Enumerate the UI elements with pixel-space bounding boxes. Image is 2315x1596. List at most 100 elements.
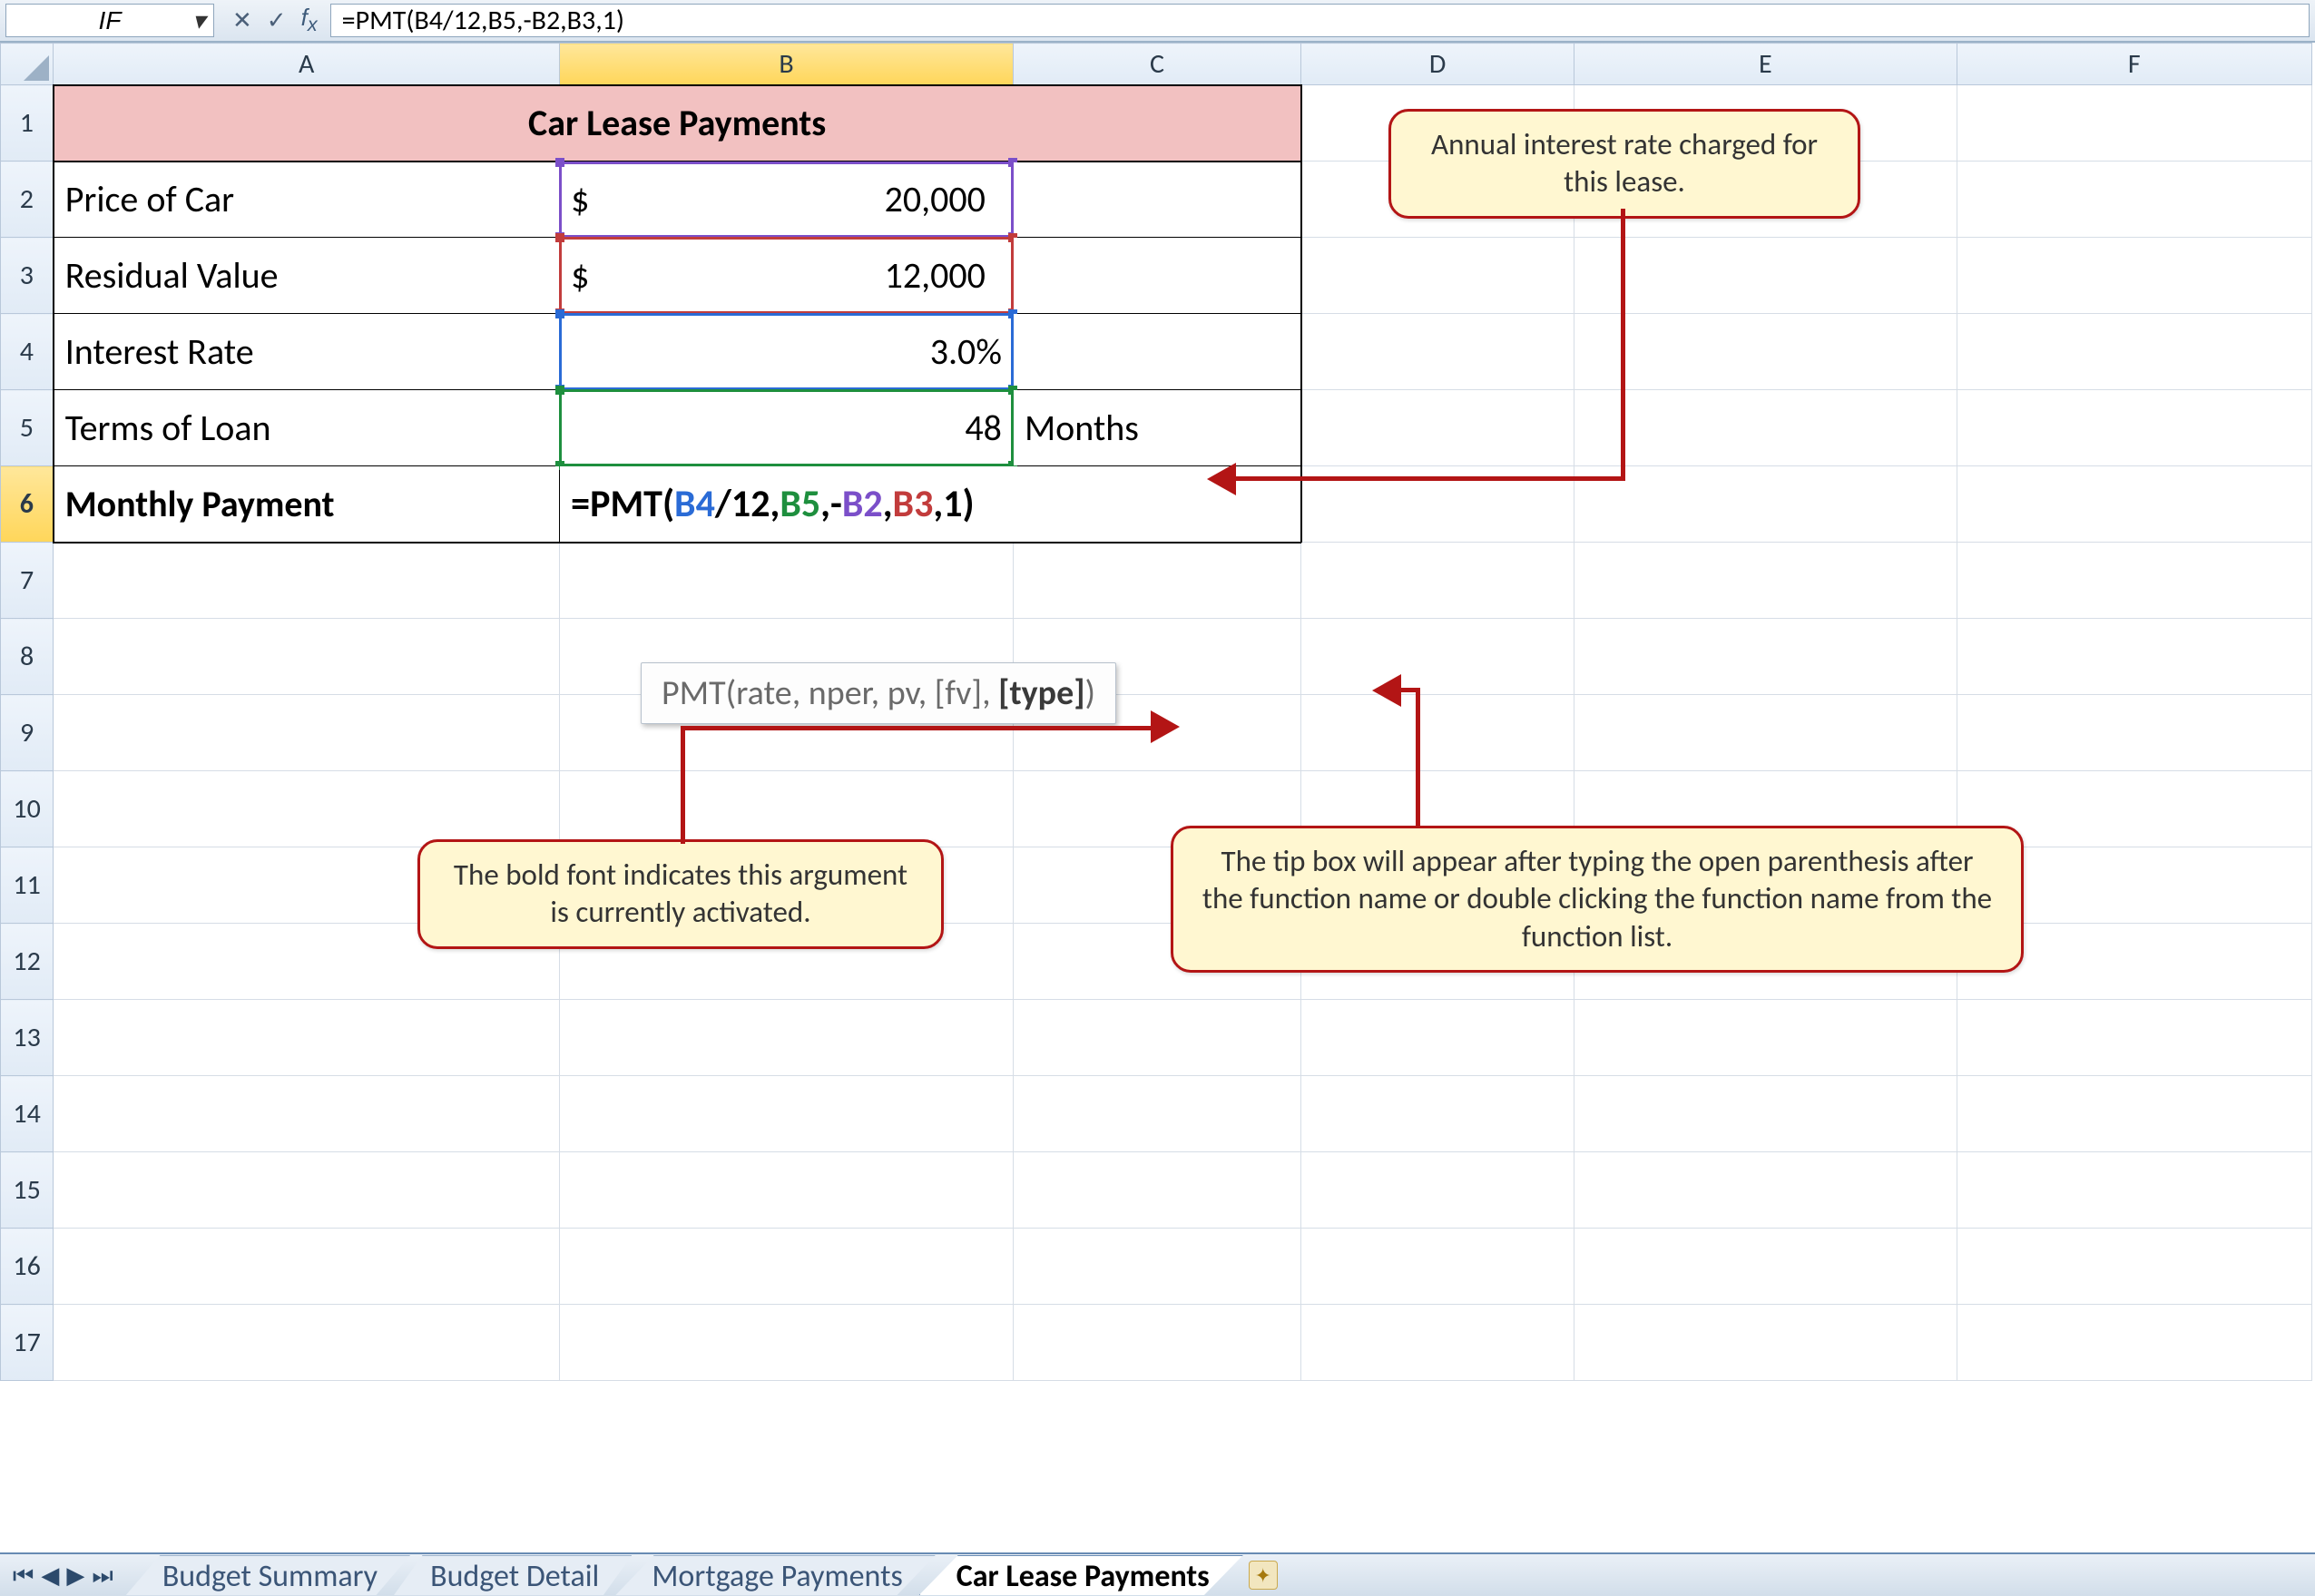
cell-E9[interactable] — [1574, 695, 1957, 771]
enter-icon[interactable]: ✓ — [267, 6, 287, 34]
cell-A2[interactable]: Price of Car — [54, 162, 560, 238]
tab-nav-next-icon[interactable]: ▶ — [66, 1561, 84, 1590]
cell-B3[interactable]: $12,000 — [560, 238, 1014, 314]
cell-B6-editing[interactable]: =PMT(B4/12,B5,-B2,B3,1) — [560, 466, 1301, 543]
cell-C15[interactable] — [1013, 1152, 1300, 1229]
title-cell[interactable]: Car Lease Payments — [54, 85, 1301, 162]
cell-A14[interactable] — [54, 1076, 560, 1152]
cell-E8[interactable] — [1574, 619, 1957, 695]
cell-B7[interactable] — [560, 543, 1014, 619]
row-header-14[interactable]: 14 — [1, 1076, 54, 1152]
cell-C14[interactable] — [1013, 1076, 1300, 1152]
cell-F5[interactable] — [1957, 390, 2311, 466]
cell-E3[interactable] — [1574, 238, 1957, 314]
cell-A13[interactable] — [54, 1000, 560, 1076]
insert-sheet-button[interactable]: ✦ — [1249, 1561, 1278, 1590]
cell-E13[interactable] — [1574, 1000, 1957, 1076]
row-header-17[interactable]: 17 — [1, 1305, 54, 1381]
cell-E5[interactable] — [1574, 390, 1957, 466]
cell-A15[interactable] — [54, 1152, 560, 1229]
col-header-B[interactable]: B — [560, 44, 1014, 85]
tab-mortgage-payments[interactable]: Mortgage Payments — [615, 1555, 935, 1595]
cell-C16[interactable] — [1013, 1229, 1300, 1305]
cell-C5[interactable]: Months — [1013, 390, 1300, 466]
cell-A5[interactable]: Terms of Loan — [54, 390, 560, 466]
cell-E7[interactable] — [1574, 543, 1957, 619]
col-header-A[interactable]: A — [54, 44, 560, 85]
fx-icon[interactable]: fx — [301, 4, 318, 36]
cell-A10[interactable] — [54, 771, 560, 847]
row-header-4[interactable]: 4 — [1, 314, 54, 390]
cell-B14[interactable] — [560, 1076, 1014, 1152]
row-header-7[interactable]: 7 — [1, 543, 54, 619]
row-header-16[interactable]: 16 — [1, 1229, 54, 1305]
cell-B13[interactable] — [560, 1000, 1014, 1076]
row-header-6[interactable]: 6 — [1, 466, 54, 543]
cell-F2[interactable] — [1957, 162, 2311, 238]
cell-F6[interactable] — [1957, 466, 2311, 543]
row-header-1[interactable]: 1 — [1, 85, 54, 162]
cell-E15[interactable] — [1574, 1152, 1957, 1229]
cell-D9[interactable] — [1301, 695, 1574, 771]
formula-input[interactable]: =PMT(B4/12,B5,-B2,B3,1) — [330, 4, 2310, 37]
cell-A16[interactable] — [54, 1229, 560, 1305]
cell-C13[interactable] — [1013, 1000, 1300, 1076]
cell-C7[interactable] — [1013, 543, 1300, 619]
cell-F7[interactable] — [1957, 543, 2311, 619]
cell-B15[interactable] — [560, 1152, 1014, 1229]
row-header-3[interactable]: 3 — [1, 238, 54, 314]
row-header-11[interactable]: 11 — [1, 847, 54, 924]
cell-B4[interactable]: 3.0% — [560, 314, 1014, 390]
cell-B10[interactable] — [560, 771, 1014, 847]
cell-A3[interactable]: Residual Value — [54, 238, 560, 314]
cell-F9[interactable] — [1957, 695, 2311, 771]
cell-F4[interactable] — [1957, 314, 2311, 390]
cell-D14[interactable] — [1301, 1076, 1574, 1152]
cell-C2[interactable] — [1013, 162, 1300, 238]
row-header-2[interactable]: 2 — [1, 162, 54, 238]
cell-C4[interactable] — [1013, 314, 1300, 390]
cell-B5[interactable]: 48 — [560, 390, 1014, 466]
tab-nav-prev-icon[interactable]: ◀ — [41, 1561, 59, 1590]
cell-F8[interactable] — [1957, 619, 2311, 695]
cell-D3[interactable] — [1301, 238, 1574, 314]
cell-E16[interactable] — [1574, 1229, 1957, 1305]
cell-F1[interactable] — [1957, 85, 2311, 162]
cell-E17[interactable] — [1574, 1305, 1957, 1381]
cell-F13[interactable] — [1957, 1000, 2311, 1076]
cell-A9[interactable] — [54, 695, 560, 771]
row-header-10[interactable]: 10 — [1, 771, 54, 847]
row-header-5[interactable]: 5 — [1, 390, 54, 466]
col-header-C[interactable]: C — [1013, 44, 1300, 85]
select-all-corner[interactable] — [1, 44, 54, 85]
cell-E4[interactable] — [1574, 314, 1957, 390]
cell-F3[interactable] — [1957, 238, 2311, 314]
name-box[interactable]: IF ▾ — [5, 4, 214, 37]
tab-car-lease-payments[interactable]: Car Lease Payments — [919, 1555, 1243, 1595]
cell-D17[interactable] — [1301, 1305, 1574, 1381]
row-header-8[interactable]: 8 — [1, 619, 54, 695]
cell-F15[interactable] — [1957, 1152, 2311, 1229]
cell-E6[interactable] — [1574, 466, 1957, 543]
tab-nav-last-icon[interactable]: ⏭ — [92, 1561, 113, 1591]
col-header-D[interactable]: D — [1301, 44, 1574, 85]
name-box-dropdown-icon[interactable]: ▾ — [188, 5, 210, 35]
cell-F16[interactable] — [1957, 1229, 2311, 1305]
row-header-13[interactable]: 13 — [1, 1000, 54, 1076]
row-header-9[interactable]: 9 — [1, 695, 54, 771]
cell-C3[interactable] — [1013, 238, 1300, 314]
cell-D4[interactable] — [1301, 314, 1574, 390]
cancel-icon[interactable]: ✕ — [232, 6, 252, 34]
cell-D7[interactable] — [1301, 543, 1574, 619]
cell-D16[interactable] — [1301, 1229, 1574, 1305]
tab-budget-detail[interactable]: Budget Detail — [394, 1555, 632, 1595]
cell-D5[interactable] — [1301, 390, 1574, 466]
tab-budget-summary[interactable]: Budget Summary — [126, 1555, 410, 1595]
cell-C17[interactable] — [1013, 1305, 1300, 1381]
cell-A4[interactable]: Interest Rate — [54, 314, 560, 390]
cell-A8[interactable] — [54, 619, 560, 695]
cell-D15[interactable] — [1301, 1152, 1574, 1229]
cell-D8[interactable] — [1301, 619, 1574, 695]
col-header-F[interactable]: F — [1957, 44, 2311, 85]
cell-B2[interactable]: $20,000 — [560, 162, 1014, 238]
